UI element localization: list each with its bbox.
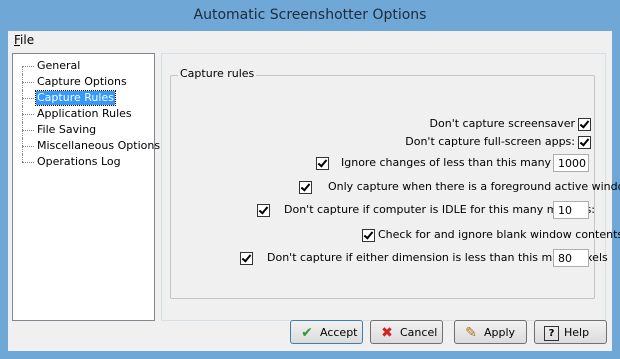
options-window: Automatic Screenshotter Options File Gen… (0, 0, 620, 359)
tree-item-operations-log[interactable]: Operations Log (13, 154, 153, 170)
ignore-changes-input[interactable]: 1000 (553, 154, 589, 172)
client-area: File General Capture Options Capture Rul… (8, 31, 620, 351)
foreground-checkbox[interactable] (299, 181, 312, 194)
question-icon: ? (544, 326, 559, 341)
idle-label: Don't capture if computer is IDLE for th… (284, 203, 596, 216)
dimension-input[interactable]: 80 (553, 249, 589, 267)
tree-connector (22, 162, 34, 163)
options-tree[interactable]: General Capture Options Capture Rules Ap… (12, 53, 160, 321)
menu-bar: File (8, 31, 612, 49)
row-dimension: Don't capture if either dimension is les… (162, 249, 608, 267)
tree-item-label: Application Rules (37, 107, 132, 120)
tree-item-label: Capture Rules (35, 90, 116, 106)
tree-item-label: Miscellaneous Options (37, 139, 161, 152)
ignore-changes-checkbox[interactable] (316, 157, 329, 170)
capture-rules-group-title: Capture rules (178, 67, 257, 80)
tree-item-label: Capture Options (37, 75, 127, 88)
menu-file-label-rest: ile (20, 33, 35, 47)
pencil-icon: ✎ (465, 325, 477, 341)
options-panel: Capture rules Don't capture screensaver … (161, 53, 620, 321)
tree-item-application-rules[interactable]: Application Rules (13, 106, 153, 122)
tree-item-capture-rules[interactable]: Capture Rules (13, 90, 153, 106)
apply-button[interactable]: ✎ Apply (454, 320, 527, 344)
row-blank: Check for and ignore blank window conten… (162, 226, 620, 244)
x-icon: ✖ (381, 325, 393, 341)
tree-line (22, 154, 23, 162)
cancel-button[interactable]: ✖ Cancel (370, 320, 443, 344)
idle-input[interactable]: 10 (553, 201, 589, 219)
row-ignore-changes: Ignore changes of less than this many pi… (162, 154, 605, 172)
row-foreground: Only capture when there is a foreground … (162, 178, 620, 196)
fullscreen-checkbox[interactable] (578, 136, 591, 149)
tree-item-file-saving[interactable]: File Saving (13, 122, 153, 138)
tree-connector (22, 146, 34, 147)
tree-line (22, 66, 23, 74)
help-button[interactable]: ? Help (534, 320, 607, 344)
screensaver-checkbox[interactable] (578, 118, 591, 131)
tree-connector (22, 66, 34, 67)
blank-label: Check for and ignore blank window conten… (378, 228, 620, 241)
tree-item-label: General (37, 59, 81, 72)
idle-checkbox[interactable] (257, 204, 270, 217)
tree-item-label: Operations Log (37, 155, 121, 168)
tree-item-label: File Saving (37, 123, 97, 136)
blank-checkbox[interactable] (362, 229, 375, 242)
check-icon: ✔ (301, 325, 313, 341)
tree-item-general[interactable]: General (13, 58, 153, 74)
cancel-button-label: Cancel (400, 326, 438, 339)
dimension-checkbox[interactable] (240, 252, 253, 265)
tree-connector (22, 130, 34, 131)
apply-button-label: Apply (484, 326, 516, 339)
help-button-label: Help (564, 326, 590, 339)
row-screensaver: Don't capture screensaver (162, 115, 605, 133)
fullscreen-label: Don't capture full-screen apps: (405, 135, 575, 148)
row-fullscreen: Don't capture full-screen apps: (162, 133, 605, 151)
tree-connector (22, 82, 34, 83)
accept-button-label: Accept (320, 326, 358, 339)
accept-button[interactable]: ✔ Accept (290, 320, 363, 344)
tree-item-capture-options[interactable]: Capture Options (13, 74, 153, 90)
title-bar[interactable]: Automatic Screenshotter Options (0, 0, 620, 31)
menu-file[interactable]: File (14, 33, 34, 47)
tree-connector (22, 98, 34, 99)
foreground-label: Only capture when there is a foreground … (328, 180, 620, 193)
tree-item-miscellaneous-options[interactable]: Miscellaneous Options (13, 138, 160, 154)
row-idle: Don't capture if computer is IDLE for th… (162, 201, 605, 219)
screensaver-label: Don't capture screensaver (429, 117, 575, 130)
tree-connector (22, 114, 34, 115)
window-title: Automatic Screenshotter Options (193, 7, 427, 23)
